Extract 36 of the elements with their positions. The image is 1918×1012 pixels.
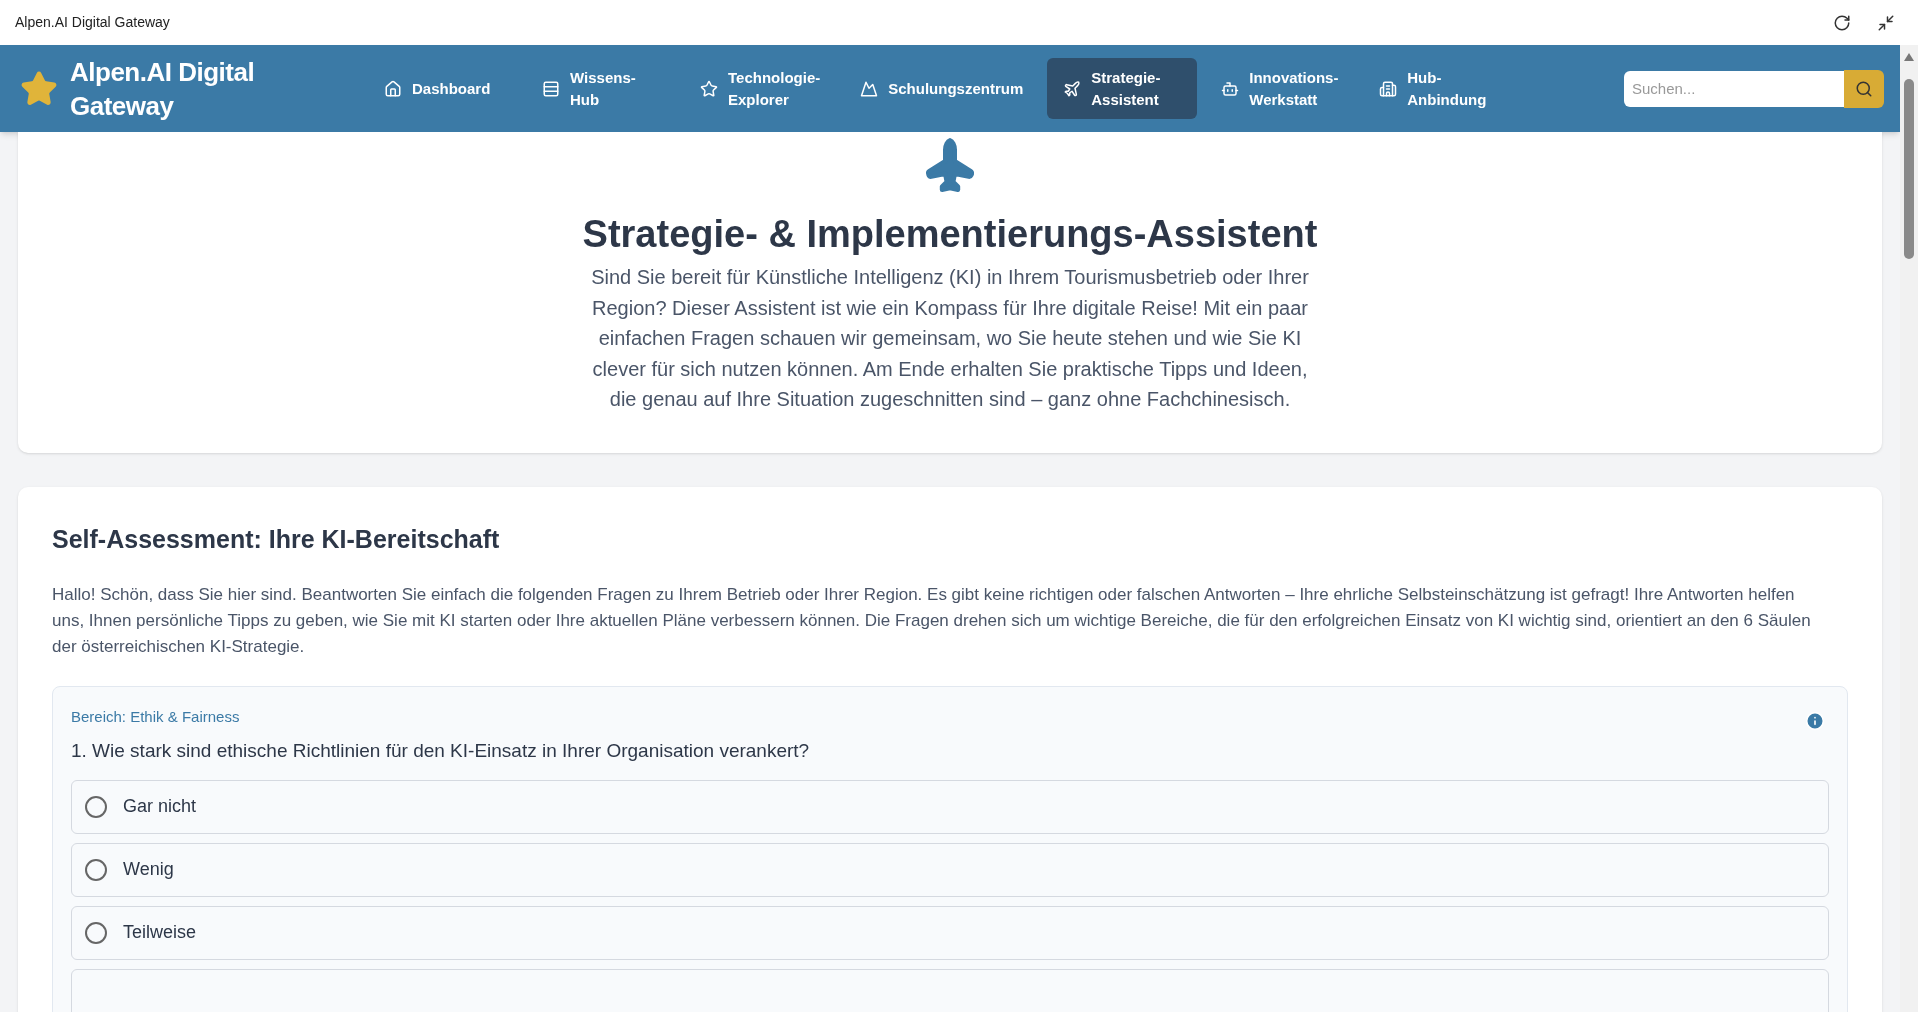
area-label: Bereich: Ethik & Fairness: [71, 707, 240, 728]
radio-button[interactable]: [85, 858, 107, 881]
info-icon[interactable]: [1805, 711, 1825, 732]
question-text: 1. Wie stark sind ethische Richtlinien für den KI-Einsatz in Ihrer Organisation verankert?: [71, 739, 811, 764]
radio-button[interactable]: [85, 795, 107, 818]
plane-icon: [1063, 79, 1082, 98]
nav-tab[interactable]: Schulungszentrum: [844, 58, 1040, 119]
nav-tab[interactable]: Technologie- Explorer: [684, 58, 837, 119]
nav-tab[interactable]: Dashboard: [368, 58, 518, 119]
mountain-icon: [860, 79, 879, 98]
building-icon: [1379, 79, 1398, 98]
radio-button[interactable]: [85, 921, 107, 944]
search-field[interactable]: Suchen...: [1624, 70, 1844, 107]
search-button[interactable]: [1844, 69, 1884, 108]
nav-tab[interactable]: Hub- Anbindung: [1363, 58, 1514, 119]
section-heading: Self-Assessment: Ihre KI-Bereitschaft: [52, 523, 501, 555]
scrollbar[interactable]: [1900, 45, 1918, 1012]
home-icon: [384, 79, 402, 98]
list-icon: [542, 79, 560, 98]
bot-icon: [1221, 79, 1240, 98]
page-title: Strategie- & Implementierungs-Assistent: [582, 212, 1318, 257]
star-icon: [700, 79, 718, 98]
star-logo-icon: [20, 69, 58, 108]
brand-title[interactable]: Alpen.AI Digital Gateway: [70, 54, 290, 123]
answer-option[interactable]: Gar nicht: [71, 779, 1829, 834]
answer-option[interactable]: Wenig: [71, 842, 1829, 897]
search-icon: [1855, 79, 1873, 98]
reload-icon[interactable]: [1833, 13, 1851, 32]
intro-paragraph: Hallo! Schön, dass Sie hier sind. Beantworten Sie einfach die folgenden Fragen zu Ihrem Betrieb oder Ihrer Region. Es gibt keine richtigen oder falschen Antworten – Ihre ehrliche Selbsteinschätzung ist gefragt! Ihre Antworten helfen uns, Ihnen persönliche Tipps zu geben, wie Sie mit KI starten oder Ihre aktuellen Pläne verbessern können. Die Fragen drehen sich um wichtige Bereiche, die für den erfolgreichen Einsatz von KI wichtig sind, orientiert an den 6 Säulen der österreichischen KI-Strategie.: [52, 584, 1812, 659]
minimize-icon[interactable]: [1877, 13, 1895, 32]
window-title: Alpen.AI Digital Gateway: [15, 13, 170, 32]
answer-option[interactable]: Teilweise: [71, 905, 1829, 960]
nav-tab[interactable]: Innovations- Werkstatt: [1205, 58, 1356, 119]
nav-tab[interactable]: Wissens- Hub: [526, 58, 676, 119]
nav-tab[interactable]: Strategie- Assistent: [1047, 58, 1198, 119]
hero-description: Sind Sie bereit für Künstliche Intelligenz (KI) in Ihrem Tourismusbetrieb oder Ihrer Region? Dieser Assistent ist wie ein Kompass für Ihre digitale Reise! Mit ein paar einfachen Fragen schauen wir gemeinsam, wo Sie heute stehen und wie Sie KI clever für sich nutzen können. Am Ende erhalten Sie praktische Tipps und Ideen, die genau auf Ihre Situation zugeschnitten sind – ganz ohne Fachchinesisch.: [590, 265, 1310, 413]
